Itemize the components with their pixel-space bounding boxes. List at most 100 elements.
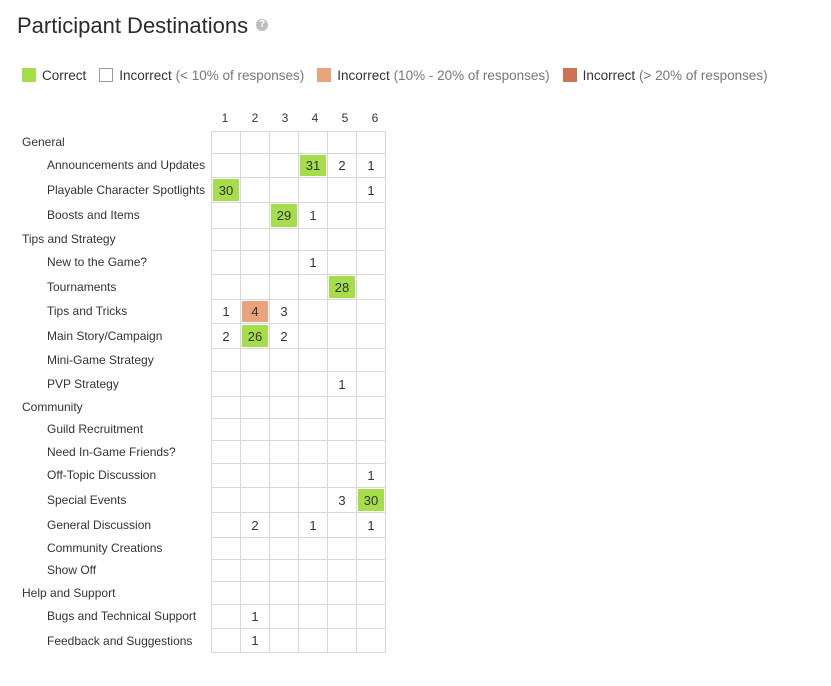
destination-label: New to the Game? <box>47 255 148 269</box>
matrix-cell: 3 <box>327 487 356 512</box>
category-label: Tips and Strategy <box>22 232 116 246</box>
matrix-cell <box>240 274 269 299</box>
matrix-row <box>211 228 386 250</box>
cell-value: 3 <box>280 304 288 319</box>
matrix-cell <box>298 604 327 628</box>
matrix-cell <box>356 628 386 653</box>
matrix-cell: 30 <box>356 487 386 512</box>
matrix-cell <box>269 177 298 202</box>
matrix-cell <box>298 463 327 487</box>
cell-value: 2 <box>280 328 288 344</box>
matrix-cell <box>240 348 269 371</box>
matrix-cell <box>298 228 327 250</box>
matrix-cell <box>211 274 240 299</box>
category-label: General <box>22 135 65 149</box>
matrix-cell <box>327 177 356 202</box>
matrix-cell <box>211 581 240 604</box>
page-title-text: Participant Destinations <box>17 13 249 38</box>
cell-value: 1 <box>367 158 375 173</box>
cell-value: 2 <box>338 158 346 173</box>
matrix-cell <box>298 537 327 559</box>
matrix-cell <box>356 323 386 348</box>
question-circle-icon[interactable]: ? <box>256 19 269 32</box>
matrix-cell: 1 <box>240 604 269 628</box>
matrix-cell <box>269 228 298 250</box>
cell-value: 1 <box>222 304 230 319</box>
destination-label: Playable Character Spotlights <box>47 183 206 197</box>
matrix-cell: 1 <box>298 512 327 537</box>
matrix-row: 1 <box>211 250 386 274</box>
matrix-cell <box>269 537 298 559</box>
matrix-cell <box>327 396 356 418</box>
matrix-cell <box>327 628 356 653</box>
category-label: Help and Support <box>22 586 116 600</box>
matrix-cell <box>356 274 386 299</box>
correct-swatch <box>22 68 36 82</box>
matrix-cell <box>327 299 356 323</box>
matrix-cell: 1 <box>211 299 240 323</box>
cell-value: 1 <box>309 255 317 270</box>
destination-label: Show Off <box>47 563 97 577</box>
matrix-cell <box>269 348 298 371</box>
matrix-cell <box>240 371 269 396</box>
matrix-cell: 30 <box>211 177 240 202</box>
legend-correct: Correct <box>22 68 86 83</box>
destination-label: PVP Strategy <box>47 377 119 391</box>
matrix-cell <box>240 202 269 228</box>
matrix-cell: 29 <box>269 202 298 228</box>
matrix-cell <box>356 440 386 463</box>
cell-value: 1 <box>309 208 317 223</box>
matrix-cell <box>240 250 269 274</box>
matrix-cell: 2 <box>327 153 356 177</box>
matrix-cell <box>298 299 327 323</box>
cell-value: 29 <box>276 208 292 223</box>
matrix-cell <box>269 559 298 581</box>
column-header-6: 6 <box>371 111 379 125</box>
matrix-cell <box>269 581 298 604</box>
matrix-cell <box>211 348 240 371</box>
matrix-cell <box>327 559 356 581</box>
legend-incorrect-low-range: (< 10% of responses) <box>175 67 305 83</box>
matrix-cell: 3 <box>269 299 298 323</box>
matrix-cell <box>327 202 356 228</box>
matrix-cell <box>269 396 298 418</box>
destination-label: Special Events <box>47 493 127 507</box>
matrix-cell <box>356 131 386 153</box>
matrix-cell <box>298 440 327 463</box>
matrix-cell: 1 <box>356 153 386 177</box>
matrix-cell <box>298 371 327 396</box>
matrix-cell <box>240 537 269 559</box>
matrix-cell <box>298 559 327 581</box>
matrix-cell <box>211 250 240 274</box>
matrix-cell <box>327 131 356 153</box>
matrix-row: 1 <box>211 604 386 628</box>
destination-label: Feedback and Suggestions <box>47 634 193 648</box>
matrix-cell <box>240 487 269 512</box>
matrix-cell <box>211 396 240 418</box>
legend-correct-label: Correct <box>42 67 87 83</box>
matrix-cell: 26 <box>240 323 269 348</box>
matrix-cell: 28 <box>327 274 356 299</box>
matrix-cell <box>269 440 298 463</box>
matrix-cell <box>327 418 356 440</box>
destination-label: Need In-Game Friends? <box>47 445 176 459</box>
matrix-cell <box>356 202 386 228</box>
matrix-row <box>211 559 386 581</box>
matrix-row: 28 <box>211 274 386 299</box>
matrix-row <box>211 348 386 371</box>
matrix-cell <box>298 418 327 440</box>
matrix-row: 29 1 <box>211 202 386 228</box>
matrix-row <box>211 396 386 418</box>
matrix-cell <box>327 537 356 559</box>
matrix-cell <box>269 274 298 299</box>
matrix-cell: 4 <box>240 299 269 323</box>
matrix-cell: 2 <box>211 323 240 348</box>
destination-label: Guild Recruitment <box>47 422 144 436</box>
matrix-cell <box>327 250 356 274</box>
matrix-cell <box>211 512 240 537</box>
cell-value: 28 <box>334 279 350 295</box>
matrix-cell <box>269 604 298 628</box>
destination-label: Main Story/Campaign <box>47 329 163 343</box>
matrix-cell <box>240 418 269 440</box>
matrix-cell <box>327 604 356 628</box>
